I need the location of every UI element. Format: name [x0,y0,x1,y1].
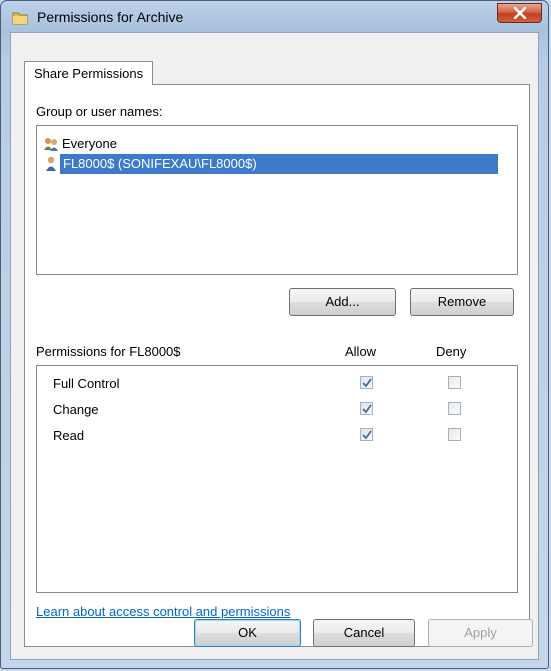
deny-checkbox-full-control[interactable] [448,376,461,389]
deny-column-header: Deny [436,344,467,359]
user-name: FL8000$ (SONIFEXAU\FL8000$) [60,154,498,174]
checkmark-icon [362,378,372,388]
checkmark-icon [362,404,372,414]
permission-row-full-control: Full Control [37,373,517,395]
cancel-button[interactable]: Cancel [313,619,415,647]
deny-checkbox-read[interactable] [448,428,461,441]
apply-button[interactable]: Apply [428,619,533,647]
allow-checkbox-read[interactable] [360,428,373,441]
ok-button-label: OK [238,625,257,640]
permissions-dialog: Permissions for Archive Share Permission… [0,0,549,669]
permission-name: Change [53,402,99,417]
add-button-label: Add... [325,294,360,309]
checkmark-icon [362,430,372,440]
close-icon [513,7,527,19]
permission-row-change: Change [37,399,517,421]
list-item-fl8000[interactable]: FL8000$ (SONIFEXAU\FL8000$) [37,154,503,174]
remove-button[interactable]: Remove [410,288,514,316]
title-bar[interactable]: Permissions for Archive [1,1,548,33]
permission-name: Full Control [53,376,120,391]
close-button[interactable] [497,3,542,23]
remove-button-label: Remove [437,294,487,309]
group-label: Group or user names: [36,104,163,119]
allow-column-header: Allow [345,344,377,359]
group-users-icon [44,138,58,151]
allow-checkbox-full-control[interactable] [360,376,373,389]
tab-share-permissions[interactable]: Share Permissions [24,61,154,85]
user-name: Everyone [62,136,117,151]
ok-button[interactable]: OK [194,619,301,647]
user-icon [46,156,56,171]
list-item-everyone[interactable]: Everyone [37,134,503,154]
folder-icon [12,12,28,25]
permissions-label: Permissions for FL8000$ [36,344,181,359]
allow-checkbox-change[interactable] [360,402,373,415]
permission-row-read: Read [37,425,517,447]
deny-checkbox-change[interactable] [448,402,461,415]
window-title: Permissions for Archive [37,9,184,25]
add-button[interactable]: Add... [289,288,396,316]
apply-button-label: Apply [464,625,497,640]
permissions-list: Full Control Change Read [36,365,518,593]
cancel-button-label: Cancel [343,625,385,640]
access-control-help-link[interactable]: Learn about access control and permissio… [36,604,290,619]
permission-name: Read [53,428,85,443]
user-listbox[interactable]: Everyone FL8000$ (SONIFEXAU\FL8000$) [36,125,518,275]
